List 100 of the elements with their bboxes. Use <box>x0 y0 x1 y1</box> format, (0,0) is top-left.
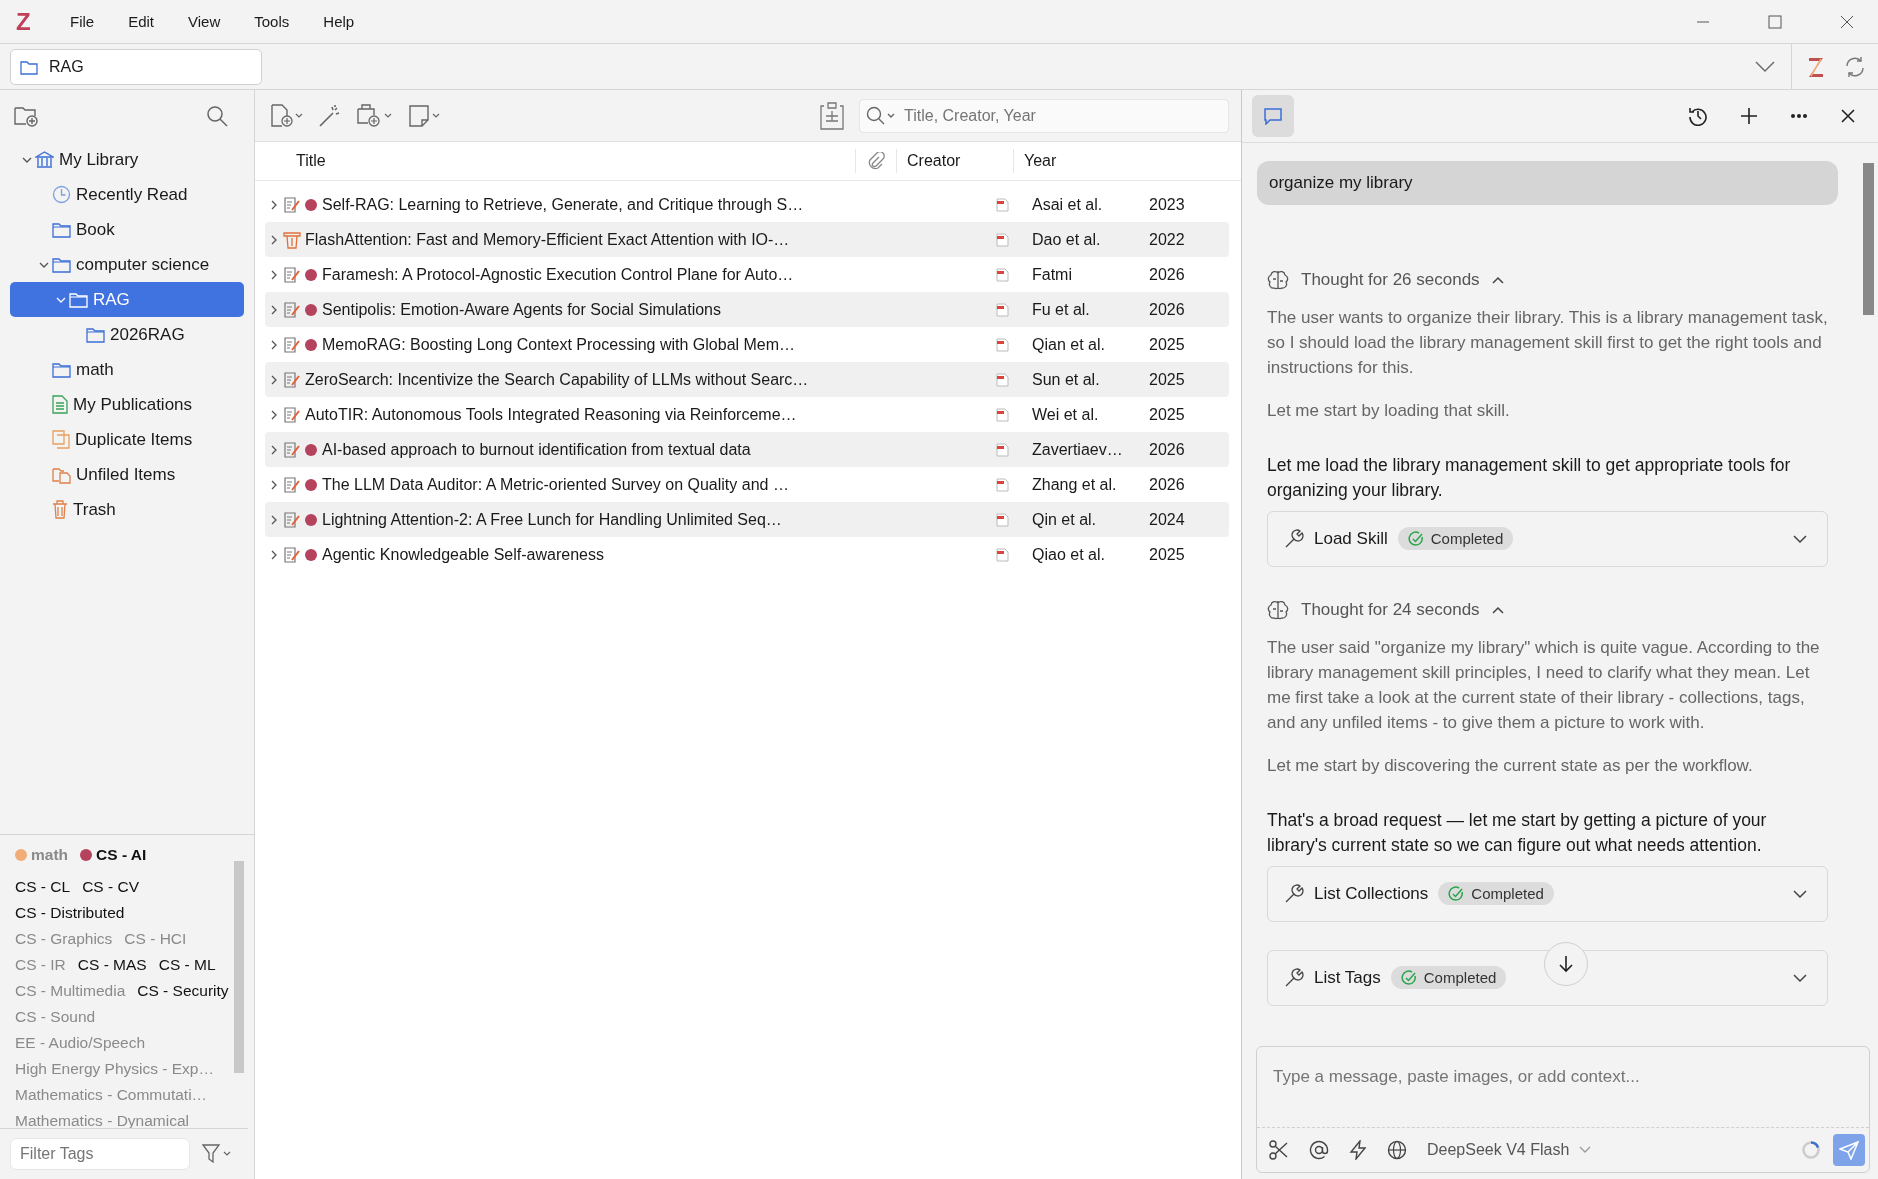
folder-icon <box>52 256 71 273</box>
tag[interactable]: CS - Security <box>137 981 229 1001</box>
creator-cell-text: Asai et al. <box>1031 195 1104 214</box>
collection-item[interactable]: math <box>10 352 244 387</box>
pdf-icon[interactable] <box>995 407 1009 422</box>
tag[interactable]: CS - MAS <box>77 955 147 975</box>
search-icon[interactable] <box>866 105 896 126</box>
collection-item[interactable]: My Publications <box>10 387 244 422</box>
search-icon[interactable] <box>206 105 228 127</box>
chevron-down-icon[interactable] <box>1793 889 1807 898</box>
sync-icon[interactable] <box>1844 55 1866 78</box>
menu-item[interactable]: View <box>188 13 221 30</box>
column-header[interactable]: Year <box>1014 149 1104 173</box>
scissors-icon[interactable] <box>1269 1140 1289 1160</box>
pdf-icon[interactable] <box>995 232 1009 247</box>
title-cell-text: Self-RAG: Learning to Retrieve, Generate, and Critique through S… <box>322 195 805 214</box>
collection-item[interactable]: computer science <box>10 247 244 282</box>
collection-item[interactable]: Unfiled Items <box>10 457 244 492</box>
pdf-icon[interactable] <box>995 197 1009 212</box>
chevron-icon[interactable] <box>269 478 279 491</box>
lightning-icon[interactable] <box>1349 1140 1367 1160</box>
collection-item[interactable]: RAG <box>10 282 244 317</box>
podium-icon <box>283 230 301 249</box>
collection-location-field[interactable]: RAG <box>10 48 262 85</box>
close-icon[interactable] <box>1840 14 1854 29</box>
creator-cell-text: Zavertiaev… <box>1031 440 1124 459</box>
chevron-icon[interactable] <box>269 338 279 351</box>
tag[interactable]: CS - CV <box>82 877 139 897</box>
collection-item[interactable]: 2026RAG <box>10 317 244 352</box>
menu-item[interactable]: Help <box>323 13 355 30</box>
locate-icon[interactable] <box>819 101 845 130</box>
menu-item[interactable]: File <box>70 13 95 30</box>
pdf-icon[interactable] <box>995 267 1009 282</box>
collection-item[interactable]: Duplicate Items <box>10 422 244 457</box>
globe-icon[interactable] <box>1387 1140 1407 1160</box>
chevron-icon[interactable] <box>269 443 279 456</box>
document-pencil-icon <box>283 475 301 494</box>
pdf-icon[interactable] <box>995 477 1009 492</box>
column-header[interactable]: Creator <box>897 149 1014 173</box>
pdf-icon[interactable] <box>995 302 1009 317</box>
chevron-icon[interactable] <box>269 198 279 211</box>
zigzag-logo-icon[interactable] <box>1808 55 1824 78</box>
message-input-box[interactable]: Type a message, paste images, or add context... DeepSeek V4 Flash <box>1256 1046 1870 1173</box>
tag[interactable]: CS - AI <box>80 845 147 865</box>
chevron-icon[interactable] <box>269 268 279 281</box>
tag[interactable]: CS - ML <box>158 955 216 975</box>
collection-item[interactable]: My Library <box>10 142 244 177</box>
creator-cell-text: Dao et al. <box>1031 230 1102 249</box>
status-badge: Completed <box>1438 882 1554 906</box>
menu-item[interactable]: Edit <box>128 13 155 30</box>
year-cell-text: 2026 <box>1148 265 1186 284</box>
tag[interactable]: CS - Distributed <box>15 903 125 923</box>
search-field[interactable]: Title, Creator, Year <box>859 98 1229 133</box>
collection-item[interactable]: Trash <box>10 492 244 527</box>
paperclip-icon[interactable] <box>867 152 885 170</box>
close-icon[interactable] <box>1840 107 1856 124</box>
thought-toggle[interactable]: Thought for 24 seconds <box>1267 594 1828 625</box>
tag[interactable]: CS - CL <box>15 877 71 897</box>
scrollbar-thumb[interactable] <box>234 861 244 1073</box>
thought-toggle[interactable]: Thought for 26 seconds <box>1267 264 1828 295</box>
title-cell-text: Agentic Knowledgeable Self-awareness <box>322 545 605 564</box>
chevron-icon[interactable] <box>269 548 279 561</box>
chevron-down-icon[interactable] <box>1755 60 1775 73</box>
collection-item[interactable]: Book <box>10 212 244 247</box>
more-icon[interactable] <box>1790 112 1808 119</box>
scrollbar-thumb[interactable] <box>1863 162 1874 315</box>
chevron-icon[interactable] <box>269 408 279 421</box>
mention-icon[interactable] <box>1309 1140 1329 1160</box>
new-item-icon[interactable] <box>270 103 304 128</box>
magic-wand-icon[interactable] <box>318 103 342 128</box>
scroll-down-button[interactable] <box>1544 942 1588 986</box>
tool-call-card[interactable]: List Collections Completed <box>1267 865 1828 922</box>
plus-icon[interactable] <box>1740 106 1758 125</box>
model-selector[interactable]: DeepSeek V4 Flash <box>1427 1141 1592 1159</box>
search-input[interactable]: Title, Creator, Year <box>902 105 1222 126</box>
chat-button[interactable] <box>1252 94 1294 137</box>
message-field[interactable]: Type a message, paste images, or add context... <box>1257 1047 1869 1128</box>
chevron-down-icon[interactable] <box>1793 973 1807 982</box>
pdf-icon[interactable] <box>995 442 1009 457</box>
tool-call-card[interactable]: Load Skill Completed <box>1267 510 1828 567</box>
filter-icon[interactable] <box>202 1144 232 1164</box>
filter-tags-field[interactable]: Filter Tags <box>10 1138 190 1170</box>
app-logo: Z <box>16 7 32 36</box>
pdf-icon[interactable] <box>995 337 1009 352</box>
history-icon[interactable] <box>1688 105 1708 126</box>
pdf-icon[interactable] <box>995 372 1009 387</box>
collection-item[interactable]: Recently Read <box>10 177 244 212</box>
note-icon[interactable] <box>408 103 442 128</box>
creator-cell-text: Zhang et al. <box>1031 475 1118 494</box>
new-collection-icon[interactable] <box>14 104 40 128</box>
chevron-icon[interactable] <box>269 233 279 246</box>
chevron-icon[interactable] <box>269 373 279 386</box>
pdf-icon[interactable] <box>995 547 1009 562</box>
chevron-icon[interactable] <box>269 303 279 316</box>
column-header[interactable]: Title <box>271 149 856 173</box>
menu-item[interactable]: Tools <box>254 13 290 30</box>
chevron-icon[interactable] <box>269 513 279 526</box>
chevron-down-icon[interactable] <box>1793 534 1807 543</box>
add-attachment-icon[interactable] <box>356 103 394 128</box>
pdf-icon[interactable] <box>995 512 1009 527</box>
